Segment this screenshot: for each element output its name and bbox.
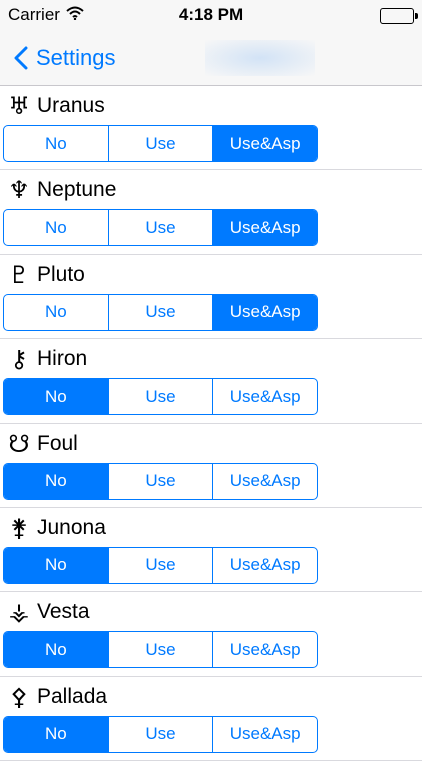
segment-use-asp[interactable]: Use&Asp [212, 716, 317, 752]
body-name: Uranus [37, 94, 105, 117]
row-title: ⚵ Junona [6, 512, 106, 544]
foul-symbol-icon: ☋ [8, 429, 30, 458]
body-name: Pluto [37, 262, 85, 286]
body-row-hiron: ⚷ Hiron No Use Use&Asp [0, 339, 422, 424]
clock: 4:18 PM [178, 5, 244, 24]
segment-use[interactable]: Use [107, 379, 213, 415]
segmented-control: No Use Use&Asp [3, 546, 318, 584]
body-name: Neptune [37, 178, 117, 202]
segment-no[interactable]: No [4, 716, 108, 752]
segmented-control: No Use Use&Asp [3, 631, 318, 669]
row-title: ⚴ Pallada [6, 681, 107, 713]
battery-icon [380, 8, 418, 24]
body-row-uranus: ♅ Uranus No Use Use&Asp [0, 86, 422, 171]
row-title: ⚶ Vesta [6, 596, 90, 628]
segmented-control: No Use Use&Asp [3, 209, 318, 247]
segment-use-asp[interactable]: Use&Asp [212, 379, 317, 415]
body-name: Junona [37, 515, 106, 539]
segment-use[interactable]: Use [107, 716, 213, 752]
navigation-bar: Settings [0, 32, 422, 86]
segment-use-asp[interactable]: Use&Asp [212, 632, 317, 668]
segmented-control: No Use Use&Asp [3, 715, 318, 753]
segment-no[interactable]: No [4, 126, 108, 161]
body-name: Vesta [37, 600, 90, 624]
segment-no[interactable]: No [4, 463, 108, 499]
body-row-pallada: ⚴ Pallada No Use Use&Asp [0, 677, 422, 761]
segment-use[interactable]: Use [107, 547, 213, 583]
segment-use-asp[interactable]: Use&Asp [212, 463, 317, 499]
status-bar: Carrier 4:18 PM [0, 0, 422, 32]
segment-use-asp[interactable]: Use&Asp [212, 294, 317, 330]
row-title: ♇ Pluto [6, 259, 85, 291]
segment-no[interactable]: No [4, 632, 108, 668]
uranus-symbol-icon: ♅ [8, 92, 30, 120]
settings-list: ♅ Uranus No Use Use&Asp ♆ Neptune No Use Use&Asp ♇… [0, 86, 422, 761]
neptune-symbol-icon: ♆ [8, 176, 30, 205]
row-title: ⚷ Hiron [6, 343, 87, 375]
segment-no[interactable]: No [4, 379, 108, 415]
nav-title-area [205, 40, 315, 76]
segment-no[interactable]: No [4, 547, 108, 583]
body-row-foul: ☋ Foul No Use Use&Asp [0, 424, 422, 508]
segment-use[interactable]: Use [107, 632, 213, 668]
segment-use[interactable]: Use [107, 294, 213, 330]
vesta-symbol-icon: ⚶ [8, 598, 30, 627]
segment-use-asp[interactable]: Use&Asp [212, 126, 317, 161]
pluto-symbol-icon: ♇ [8, 260, 30, 289]
body-row-pluto: ♇ Pluto No Use Use&Asp [0, 255, 422, 340]
pallada-symbol-icon: ⚴ [10, 682, 28, 711]
segment-use[interactable]: Use [107, 126, 213, 161]
segment-use-asp[interactable]: Use&Asp [212, 210, 317, 246]
junona-symbol-icon: ⚵ [10, 513, 28, 542]
body-row-neptune: ♆ Neptune No Use Use&Asp [0, 170, 422, 255]
segment-use[interactable]: Use [107, 210, 213, 246]
back-button[interactable]: Settings [14, 42, 116, 74]
back-button-label: Settings [36, 45, 116, 70]
segmented-control: No Use Use&Asp [3, 462, 318, 500]
row-title: ♅ Uranus [6, 90, 105, 122]
segment-no[interactable]: No [4, 295, 108, 330]
segment-use-asp[interactable]: Use&Asp [212, 547, 317, 583]
row-title: ☋ Foul [6, 428, 78, 460]
body-name: Pallada [37, 684, 108, 708]
body-row-junona: ⚵ Junona No Use Use&Asp [0, 508, 422, 593]
chevron-left-icon [14, 46, 28, 70]
body-row-vesta: ⚶ Vesta No Use Use&Asp [0, 592, 422, 677]
segmented-control: No Use Use&Asp [3, 125, 318, 162]
body-name: Hiron [37, 347, 88, 371]
segment-no[interactable]: No [4, 210, 108, 245]
hiron-symbol-icon: ⚷ [10, 345, 28, 374]
segmented-control: No Use Use&Asp [3, 378, 318, 416]
segment-use[interactable]: Use [107, 463, 213, 499]
body-name: Foul [37, 431, 78, 455]
segmented-control: No Use Use&Asp [3, 293, 318, 331]
row-title: ♆ Neptune [6, 174, 116, 206]
